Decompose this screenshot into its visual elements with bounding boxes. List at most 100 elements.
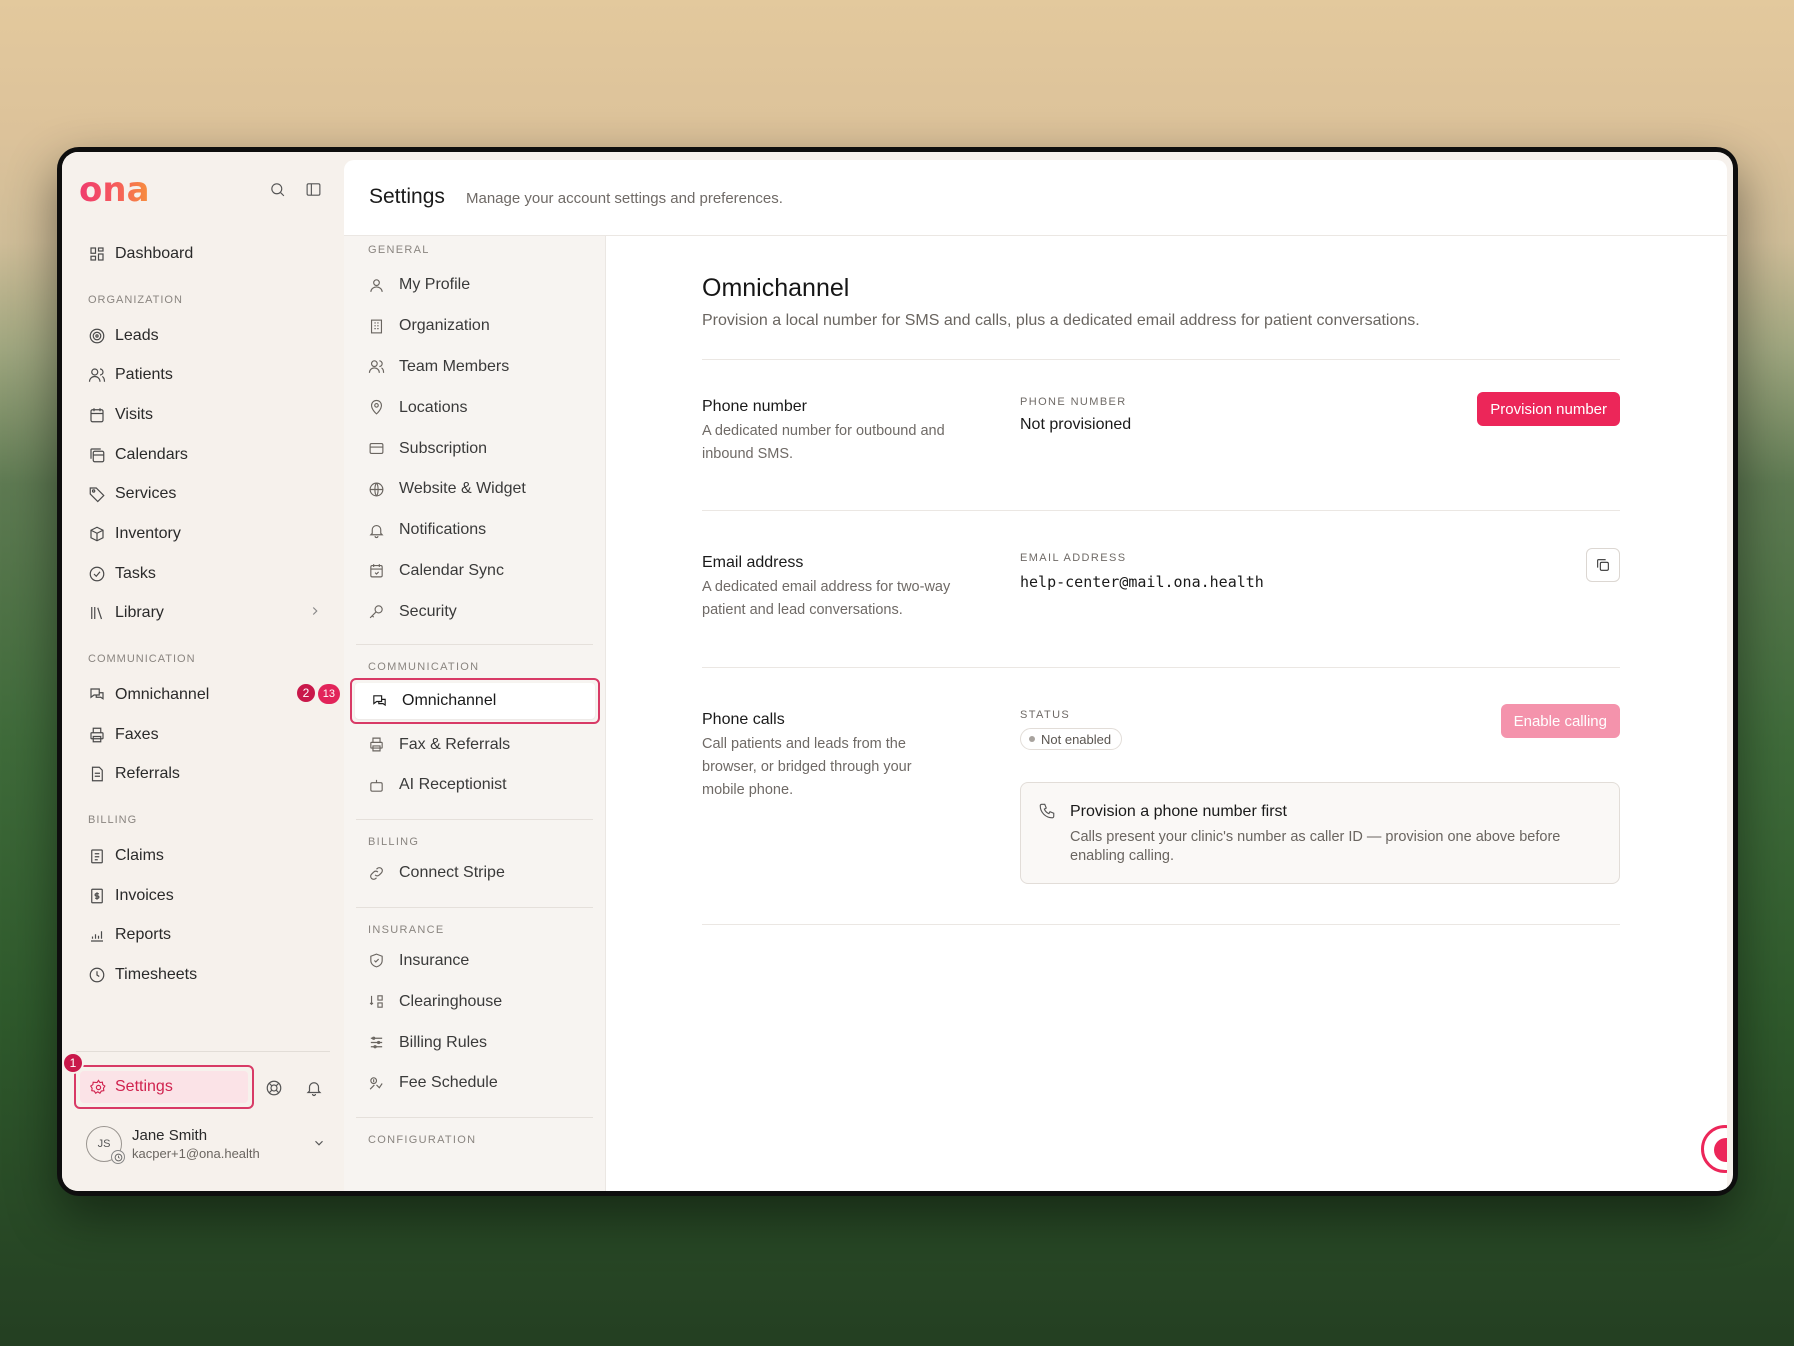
subnav-label: Insurance [399, 951, 470, 969]
unread-badge: 13 [317, 684, 340, 705]
nav-label: Dashboard [115, 244, 194, 262]
subnav-fax-referrals[interactable]: Fax & Referrals [356, 724, 593, 765]
main-nav: Dashboard ORGANIZATION Leads Patients Vi… [76, 234, 340, 995]
settings-button[interactable]: Settings [74, 1065, 254, 1109]
subnav-label: Website & Widget [399, 480, 526, 498]
divider [702, 924, 1620, 925]
map-pin-icon [368, 399, 385, 416]
subnav-section-title: CONFIGURATION [368, 1133, 477, 1146]
enable-calling-button[interactable]: Enable calling [1500, 704, 1620, 738]
subnav-security[interactable]: Security [356, 591, 593, 632]
email-address-description: A dedicated email address for two-way pa… [702, 579, 951, 618]
subnav-locations[interactable]: Locations [356, 387, 593, 428]
main-panel: Settings Manage your account settings an… [344, 160, 1727, 1191]
nav-label: Faxes [115, 725, 159, 743]
subnav-omnichannel[interactable]: Omnichannel [350, 678, 600, 725]
nav-faxes[interactable]: Faxes [76, 715, 334, 755]
subnav-label: AI Receptionist [399, 776, 507, 794]
nav-claims[interactable]: Claims [76, 836, 334, 876]
nav-referrals[interactable]: Referrals [76, 755, 334, 795]
nav-label: Tasks [115, 564, 156, 582]
divider [702, 359, 1620, 360]
page-subtitle: Manage your account settings and prefere… [466, 190, 783, 207]
nav-tasks[interactable]: Tasks [76, 554, 334, 594]
nav-leads[interactable]: Leads [76, 316, 334, 356]
ona-logo[interactable]: ona [79, 170, 150, 210]
nav-timesheets[interactable]: Timesheets [76, 955, 334, 995]
copy-button[interactable] [1586, 548, 1620, 582]
nav-library[interactable]: Library [76, 594, 334, 634]
tag-icon [88, 485, 106, 503]
phone-calls-description: Call patients and leads from the browser… [702, 736, 912, 798]
subnav-my-profile[interactable]: My Profile [356, 265, 593, 306]
subnav-connect-stripe[interactable]: Connect Stripe [356, 853, 593, 894]
bell-icon[interactable] [304, 1078, 324, 1098]
nav-inventory[interactable]: Inventory [76, 514, 334, 554]
status-badge: Not enabled [1020, 728, 1123, 750]
check-circle-icon [88, 565, 106, 583]
dashboard-icon [88, 245, 106, 263]
nav-label: Omnichannel [115, 686, 210, 704]
nav-label: Timesheets [115, 966, 198, 984]
nav-calendars[interactable]: Calendars [76, 435, 334, 475]
sliders-icon [368, 1034, 385, 1051]
nav-visits[interactable]: Visits [76, 395, 334, 435]
subnav-insurance[interactable]: Insurance [356, 941, 593, 982]
nav-label: Visits [115, 405, 153, 423]
nav-invoices[interactable]: Invoices [76, 876, 334, 916]
chat-launcher-icon [1714, 1138, 1727, 1162]
clock-icon [88, 966, 106, 984]
divider [702, 667, 1620, 668]
subnav-clearinghouse[interactable]: Clearinghouse [356, 981, 593, 1022]
chevron-right-icon[interactable] [308, 604, 322, 623]
library-icon [88, 604, 106, 622]
settings-button-inner: Settings [80, 1071, 248, 1103]
subnav-label: Organization [399, 317, 490, 335]
subnav-fee-schedule[interactable]: Fee Schedule [356, 1063, 593, 1104]
subnav-notifications[interactable]: Notifications [356, 510, 593, 551]
settings-content: Omnichannel Provision a local number for… [606, 236, 1727, 1191]
subnav-ai-receptionist[interactable]: AI Receptionist [356, 765, 593, 806]
subnav-billing-rules[interactable]: Billing Rules [356, 1022, 593, 1063]
calendars-icon [88, 446, 106, 464]
status-text: Not enabled [1041, 731, 1112, 747]
subnav-website-widget[interactable]: Website & Widget [356, 469, 593, 510]
user-menu[interactable]: JS Jane Smith kacper+1@ona.health [86, 1120, 326, 1168]
nav-dashboard[interactable]: Dashboard [76, 234, 334, 274]
clipboard-icon [88, 847, 106, 865]
copy-icon [1597, 559, 1609, 571]
provision-first-notice: Provision a phone number first Calls pre… [1020, 782, 1620, 884]
subnav-section-title: COMMUNICATION [368, 661, 480, 674]
phone-calls-label: Phone calls [702, 711, 785, 728]
subnav-team-members[interactable]: Team Members [356, 347, 593, 388]
subnav-label: Clearinghouse [399, 992, 503, 1010]
nav-services[interactable]: Services [76, 474, 334, 514]
chevron-down-icon[interactable] [312, 1136, 326, 1155]
nav-section-title: COMMUNICATION [88, 653, 196, 666]
nav-label: Invoices [115, 886, 174, 904]
subnav-organization[interactable]: Organization [356, 306, 593, 347]
users-icon [88, 366, 106, 384]
nav-patients[interactable]: Patients [76, 355, 334, 395]
search-icon[interactable] [267, 179, 287, 199]
nav-section-title: ORGANIZATION [88, 293, 183, 306]
nav-label: Patients [115, 366, 173, 384]
subnav-section-title: GENERAL [368, 244, 430, 256]
document-icon [88, 765, 106, 783]
transfer-icon [368, 993, 385, 1010]
subnav-label: Fee Schedule [399, 1074, 498, 1092]
users-icon [368, 358, 385, 375]
avatar-initials: JS [97, 1138, 111, 1150]
nav-reports[interactable]: Reports [76, 916, 334, 956]
chart-icon [88, 926, 106, 944]
provision-number-button[interactable]: Provision number [1477, 392, 1620, 426]
subnav-subscription[interactable]: Subscription [356, 428, 593, 469]
user-email: kacper+1@ona.health [132, 1146, 260, 1161]
gear-icon [90, 1078, 106, 1094]
sidebar-toggle-icon[interactable] [303, 179, 323, 199]
help-lifebuoy-icon[interactable] [264, 1078, 284, 1098]
fee-icon [368, 1075, 385, 1092]
credit-card-icon [368, 440, 385, 457]
subnav-section-title: BILLING [368, 835, 420, 848]
subnav-calendar-sync[interactable]: Calendar Sync [356, 551, 593, 592]
